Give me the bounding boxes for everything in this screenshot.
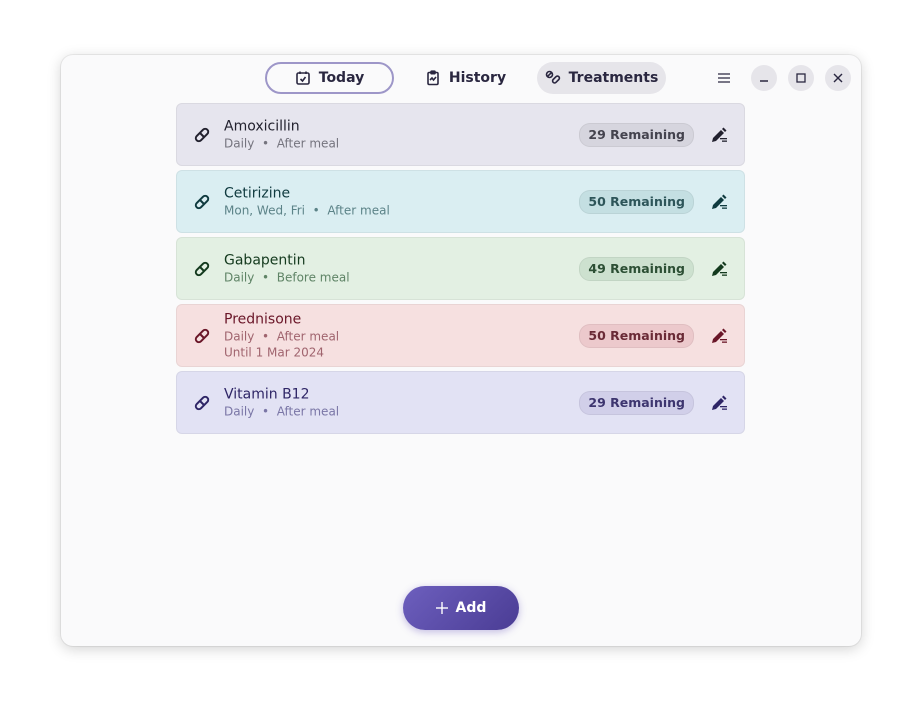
treatment-row[interactable]: Prednisone Daily • After meal Until 1 Ma… — [176, 304, 745, 367]
close-icon — [833, 73, 843, 83]
schedule-days: Daily — [224, 136, 255, 150]
edit-icon[interactable] — [710, 394, 728, 412]
edit-icon[interactable] — [710, 327, 728, 345]
maximize-button[interactable] — [788, 65, 814, 91]
treatment-end-date: Until 1 Mar 2024 — [224, 345, 325, 359]
treatment-schedule: Mon, Wed, Fri • After meal — [224, 202, 390, 218]
separator: • — [312, 203, 320, 217]
pill-icon — [194, 194, 210, 209]
header-bar: Today History Treatments — [61, 55, 861, 101]
tab-today[interactable]: Today — [265, 62, 394, 94]
hamburger-menu-icon — [718, 73, 730, 83]
minimize-icon — [760, 80, 768, 82]
remaining-badge: 29 Remaining — [579, 390, 694, 415]
remaining-badge: 29 Remaining — [579, 122, 694, 147]
add-button-label: Add — [455, 600, 487, 616]
plus-icon — [435, 602, 448, 614]
treatment-schedule: Daily • Before meal — [224, 269, 350, 285]
separator: • — [262, 404, 270, 418]
schedule-days: Daily — [224, 270, 255, 284]
close-button[interactable] — [825, 65, 851, 91]
treatment-info: Cetirizine Mon, Wed, Fri • After meal — [224, 185, 390, 218]
treatment-name: Amoxicillin — [224, 118, 300, 134]
treatment-row[interactable]: Vitamin B12 Daily • After meal 29 Remain… — [176, 371, 745, 434]
treatment-row[interactable]: Amoxicillin Daily • After meal 29 Remain… — [176, 103, 745, 166]
treatment-name: Prednisone — [224, 311, 302, 327]
tab-treatments-label: Treatments — [568, 70, 659, 86]
treatment-schedule: Daily • After meal — [224, 403, 339, 419]
treatment-list: Amoxicillin Daily • After meal 29 Remain… — [176, 103, 745, 438]
meal-timing: After meal — [276, 136, 340, 150]
treatment-info: Vitamin B12 Daily • After meal — [224, 386, 339, 419]
tab-history-label: History — [448, 70, 507, 86]
treatment-row[interactable]: Cetirizine Mon, Wed, Fri • After meal 50… — [176, 170, 745, 233]
remaining-badge: 50 Remaining — [579, 189, 694, 214]
treatment-name: Cetirizine — [224, 185, 291, 201]
add-treatment-button[interactable]: Add — [403, 586, 519, 630]
separator: • — [262, 136, 270, 150]
schedule-days: Daily — [224, 329, 255, 343]
separator: • — [262, 270, 270, 284]
view-switcher: Today History Treatments — [265, 62, 666, 94]
treatment-name: Vitamin B12 — [224, 386, 310, 402]
treatment-info: Prednisone Daily • After meal Until 1 Ma… — [224, 311, 339, 360]
app-window: Today History Treatments Amoxicillin Dai… — [61, 55, 861, 646]
clipboard-icon — [427, 70, 439, 86]
minimize-button[interactable] — [751, 65, 777, 91]
tab-treatments[interactable]: Treatments — [537, 62, 666, 94]
maximize-icon — [796, 73, 806, 83]
meal-timing: After meal — [276, 329, 340, 343]
schedule-days: Mon, Wed, Fri — [224, 203, 306, 217]
calendar-check-icon — [295, 71, 310, 85]
treatment-info: Gabapentin Daily • Before meal — [224, 252, 350, 285]
meal-timing: After meal — [327, 203, 390, 217]
edit-icon[interactable] — [710, 126, 728, 144]
schedule-days: Daily — [224, 404, 255, 418]
separator: • — [262, 329, 270, 343]
pill-icon — [194, 395, 210, 410]
meal-timing: After meal — [276, 404, 340, 418]
edit-icon[interactable] — [710, 193, 728, 211]
edit-icon[interactable] — [710, 260, 728, 278]
pill-icon — [194, 328, 210, 343]
treatment-row[interactable]: Gabapentin Daily • Before meal 49 Remain… — [176, 237, 745, 300]
remaining-badge: 49 Remaining — [579, 256, 694, 281]
treatment-name: Gabapentin — [224, 252, 306, 268]
tab-today-label: Today — [318, 70, 365, 86]
remaining-badge: 50 Remaining — [579, 323, 694, 348]
pill-icon — [194, 261, 210, 276]
treatment-info: Amoxicillin Daily • After meal — [224, 118, 339, 151]
main-menu-button[interactable] — [709, 65, 739, 91]
treatment-schedule: Daily • After meal — [224, 135, 339, 151]
treatment-schedule: Daily • After meal — [224, 328, 339, 344]
tab-history[interactable]: History — [402, 62, 529, 94]
pills-icon — [545, 70, 560, 84]
pill-icon — [194, 127, 210, 142]
meal-timing: Before meal — [276, 270, 350, 284]
